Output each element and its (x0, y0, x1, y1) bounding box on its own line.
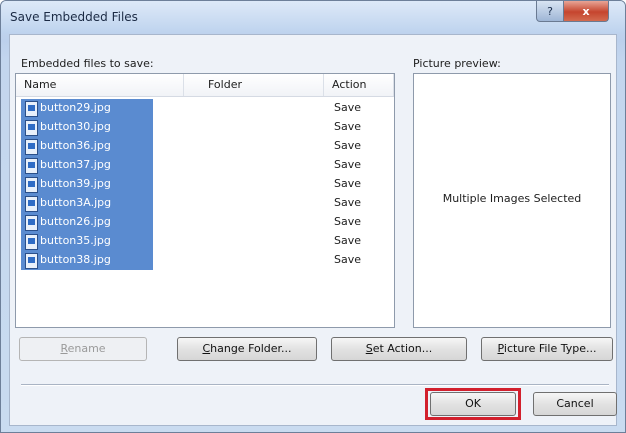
header-divider (16, 96, 394, 97)
row-file-name: button37.jpg (40, 158, 111, 171)
title-bar: Save Embedded Files ? x (1, 1, 625, 33)
table-row[interactable]: button36.jpg Save (16, 136, 394, 156)
embedded-files-label: Embedded files to save: (21, 57, 154, 70)
row-file-name: button29.jpg (40, 101, 111, 114)
row-file-name: button26.jpg (40, 215, 111, 228)
dialog-title: Save Embedded Files (10, 10, 138, 24)
set-action-button[interactable]: Set Action... (331, 337, 467, 361)
image-file-icon (25, 177, 38, 193)
row-action: Save (334, 196, 362, 209)
picture-preview-label: Picture preview: (413, 57, 501, 70)
row-file-name: button35.jpg (40, 234, 111, 247)
image-file-icon (25, 196, 38, 212)
table-row[interactable]: button30.jpg Save (16, 117, 394, 137)
table-row[interactable]: button26.jpg Save (16, 212, 394, 232)
row-action: Save (334, 215, 362, 228)
picture-preview-pane: Multiple Images Selected (413, 73, 611, 328)
image-file-icon (25, 101, 38, 117)
row-file-name: button3A.jpg (40, 196, 112, 209)
picture-file-type-button[interactable]: Picture File Type... (481, 337, 613, 361)
ok-button-highlight (425, 388, 521, 420)
row-action: Save (334, 253, 362, 266)
table-row[interactable]: button37.jpg Save (16, 155, 394, 175)
row-action: Save (334, 158, 362, 171)
image-file-icon (25, 158, 38, 174)
table-row[interactable]: button29.jpg Save (16, 98, 394, 118)
table-row[interactable]: button39.jpg Save (16, 174, 394, 194)
row-file-name: button39.jpg (40, 177, 111, 190)
table-row[interactable]: button35.jpg Save (16, 231, 394, 251)
button-separator (21, 384, 609, 386)
table-row[interactable]: button3A.jpg Save (16, 193, 394, 213)
image-file-icon (25, 120, 38, 136)
row-file-name: button30.jpg (40, 120, 111, 133)
close-icon[interactable]: x (563, 1, 609, 22)
cancel-button[interactable]: Cancel (533, 392, 617, 416)
row-file-name: button36.jpg (40, 139, 111, 152)
change-folder-button[interactable]: Change Folder... (177, 337, 317, 361)
column-header-name[interactable]: Name (16, 74, 184, 96)
row-file-name: button38.jpg (40, 253, 111, 266)
save-embedded-files-dialog: Save Embedded Files ? x Embedded files t… (0, 0, 626, 433)
row-action: Save (334, 177, 362, 190)
preview-status-text: Multiple Images Selected (442, 192, 582, 205)
image-file-icon (25, 234, 38, 250)
row-action: Save (334, 120, 362, 133)
table-row[interactable]: button38.jpg Save (16, 250, 394, 270)
row-action: Save (334, 234, 362, 247)
rename-button[interactable]: Rename (19, 337, 147, 361)
image-file-icon (25, 139, 38, 155)
column-header-folder[interactable]: Folder (184, 74, 324, 96)
column-header-action[interactable]: Action (324, 74, 394, 96)
row-action: Save (334, 101, 362, 114)
image-file-icon (25, 215, 38, 231)
image-file-icon (25, 253, 38, 269)
embedded-files-list[interactable]: Name Folder Action button29.jpg Save butto… (15, 73, 395, 328)
help-icon[interactable]: ? (536, 1, 564, 22)
row-action: Save (334, 139, 362, 152)
